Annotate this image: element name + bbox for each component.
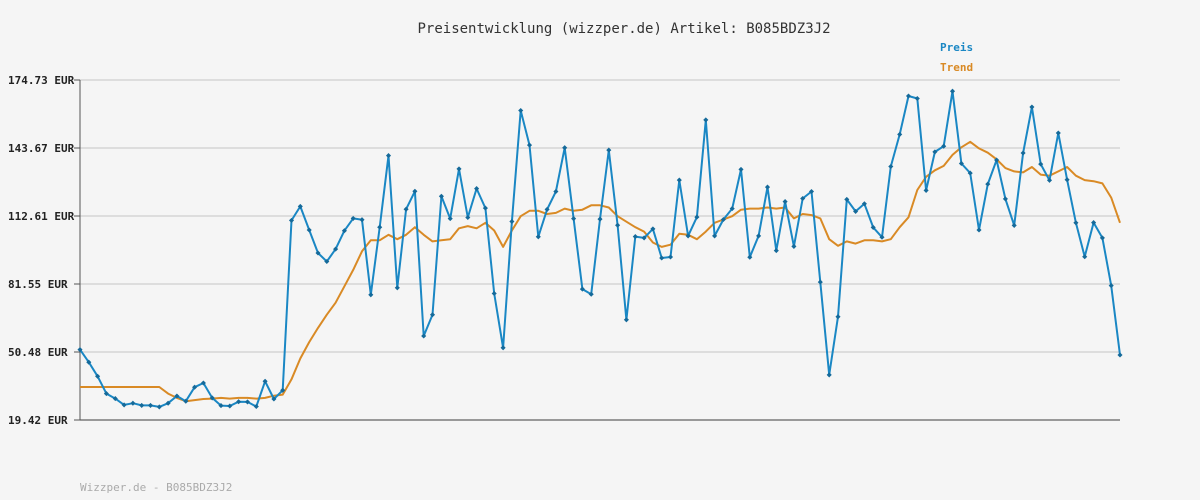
series-layer — [77, 88, 1123, 410]
preis-point — [976, 227, 982, 233]
preis-point — [368, 292, 374, 298]
preis-point — [888, 163, 894, 170]
preis-point — [359, 217, 365, 223]
preis-point — [985, 181, 991, 187]
preis-point — [835, 314, 841, 320]
preis-point — [306, 227, 312, 233]
preis-point — [905, 93, 912, 99]
preis-point — [632, 234, 638, 240]
chart-title: Preisentwicklung (wizzper.de) Artikel: B… — [417, 21, 830, 37]
preis-point — [456, 166, 462, 172]
preis-point — [394, 285, 400, 291]
preis-point — [738, 166, 744, 172]
footer-text: Wizzper.de - B085BDZ3J2 — [80, 481, 232, 494]
preis-line — [79, 90, 1121, 408]
preis-point — [509, 218, 515, 225]
preis-point — [1029, 104, 1035, 110]
preis-point — [1055, 130, 1061, 136]
preis-point — [773, 248, 779, 254]
y-tick-label: 174.73 EUR — [8, 74, 75, 87]
grid-lines — [80, 79, 1120, 421]
y-tick-label: 143.67 EUR — [8, 142, 75, 155]
preis-point — [667, 254, 674, 260]
y-tick-label: 50.48 EUR — [8, 346, 68, 359]
preis-point — [764, 184, 771, 190]
y-tick-label: 112.61 EUR — [8, 210, 75, 223]
preis-point — [438, 193, 444, 199]
preis-point — [526, 142, 533, 148]
preis-point — [923, 187, 929, 193]
preis-point — [914, 95, 920, 102]
legend-trend: Trend — [940, 61, 973, 74]
preis-point — [623, 317, 629, 323]
preis-point — [1117, 352, 1123, 358]
price-chart: Preisentwicklung (wizzper.de) Artikel: B… — [8, 21, 1123, 494]
preis-point — [500, 345, 506, 351]
preis-point — [1082, 254, 1088, 260]
preis-point — [791, 243, 797, 249]
preis-point — [1064, 177, 1070, 183]
preis-point — [1020, 150, 1026, 156]
preis-point — [385, 153, 392, 159]
preis-point — [130, 400, 136, 406]
preis-point — [139, 402, 145, 408]
preis-point — [1073, 220, 1079, 226]
preis-point — [659, 255, 665, 261]
preis-point — [1011, 222, 1017, 228]
preis-point — [562, 145, 568, 151]
preis-point — [949, 88, 956, 94]
preis-point — [897, 131, 903, 137]
preis-point — [147, 402, 154, 408]
preis-point — [377, 224, 383, 230]
trend-line — [80, 140, 1121, 403]
preis-point — [703, 117, 709, 123]
legend-preis: Preis — [940, 41, 973, 54]
preis-point — [826, 372, 832, 378]
preis-point — [676, 177, 682, 183]
preis-point — [518, 107, 524, 114]
preis-point — [597, 216, 603, 222]
preis-point — [1002, 196, 1008, 202]
preis-point — [615, 222, 621, 228]
y-tick-label: 81.55 EUR — [8, 278, 68, 291]
preis-point — [782, 199, 788, 205]
preis-point — [535, 234, 541, 240]
y-tick-label: 19.42 EUR — [8, 414, 68, 427]
preis-point — [491, 290, 497, 297]
y-axis-ticks: 174.73 EUR 143.67 EUR 112.61 EUR 81.55 EUR 5… — [8, 74, 80, 427]
